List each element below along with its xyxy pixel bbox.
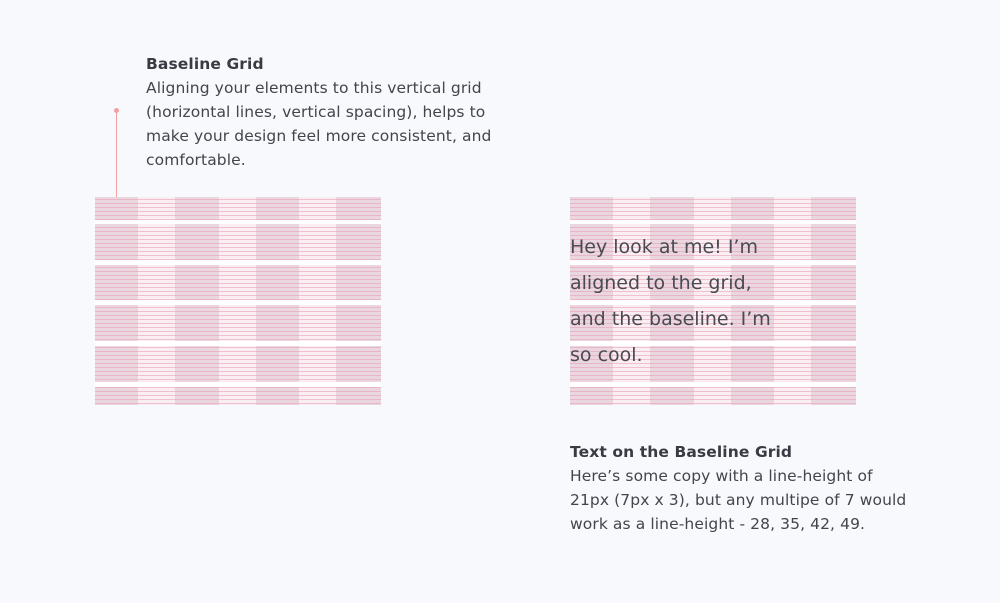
baseline-grid-illustration [95, 197, 381, 405]
aligned-text-line: aligned to the grid, [570, 272, 752, 294]
baseline-grid-annotation: Baseline Grid Aligning your elements to … [146, 52, 526, 172]
text-on-baseline-grid-annotation: Text on the Baseline Grid Here’s some co… [570, 440, 930, 536]
grid-row-gap [570, 220, 856, 224]
annotation-line: (horizontal lines, vertical spacing), he… [146, 103, 486, 121]
grid-row-gap [95, 300, 381, 305]
grid-row-gap [570, 382, 856, 387]
grid-row-gap [95, 382, 381, 387]
aligned-sample-text: Hey look at me! I’m aligned to the grid,… [570, 229, 810, 373]
annotation-line: work as a line-height - 28, 35, 42, 49. [570, 515, 866, 533]
annotation-line: comfortable. [146, 151, 246, 169]
annotation-line: make your design feel more consistent, a… [146, 127, 492, 145]
grid-row-gap [95, 341, 381, 346]
aligned-text-line: Hey look at me! I’m [570, 236, 758, 258]
text-on-baseline-grid-title: Text on the Baseline Grid [570, 443, 793, 461]
annotation-line: Here’s some copy with a line-height of [570, 467, 873, 485]
grid-row-gap [95, 260, 381, 265]
annotation-line: 21px (7px x 3), but any multipe of 7 wou… [570, 491, 907, 509]
aligned-text-line: so cool. [570, 344, 643, 366]
grid-row-gap [95, 220, 381, 224]
aligned-text-line: and the baseline. I’m [570, 308, 771, 330]
annotation-line: Aligning your elements to this vertical … [146, 79, 482, 97]
annotation-pointer-line [116, 112, 117, 204]
baseline-grid-title: Baseline Grid [146, 55, 264, 73]
